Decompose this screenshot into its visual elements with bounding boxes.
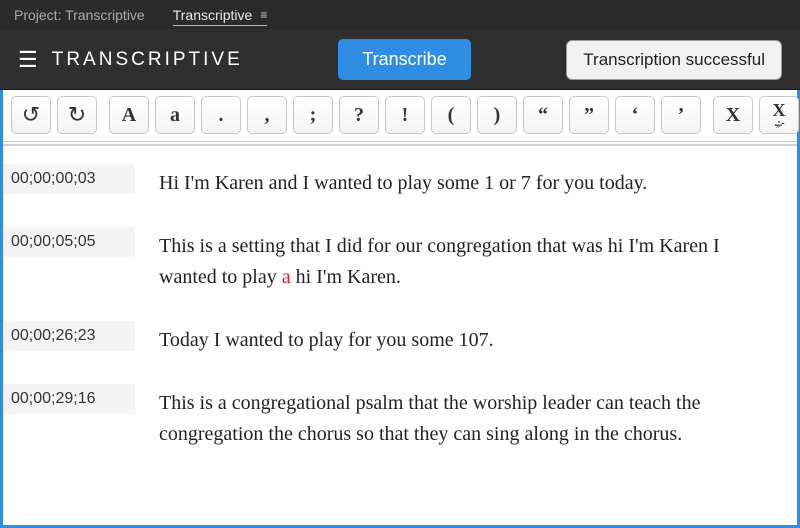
redo-button[interactable]: ↻: [57, 96, 97, 134]
semicolon-button[interactable]: ;: [293, 96, 333, 134]
project-label: Project: Transcriptive: [14, 7, 145, 23]
low-confidence-word[interactable]: a: [282, 266, 291, 288]
editor-panel: ↺ ↻ A a . , ; ? ! ( ) “ ” ‘ ’ X X .,;.- …: [0, 90, 800, 528]
delete-button[interactable]: X: [713, 96, 753, 134]
timecode[interactable]: 00;00;00;03: [3, 164, 135, 194]
transcript-body[interactable]: 00;00;00;03 Hi I'm Karen and I wanted to…: [3, 146, 797, 525]
transcript-row: 00;00;00;03 Hi I'm Karen and I wanted to…: [3, 164, 797, 199]
paren-open-button[interactable]: (: [431, 96, 471, 134]
transcript-text[interactable]: Today I wanted to play for you some 107.: [135, 321, 797, 356]
status-badge: Transcription successful: [566, 40, 782, 80]
transcript-text[interactable]: This is a setting that I did for our con…: [135, 227, 797, 293]
double-quote-close-button[interactable]: ”: [569, 96, 609, 134]
brand-text: TRANSCRIPTIVE: [52, 49, 243, 71]
comma-button[interactable]: ,: [247, 96, 287, 134]
timecode[interactable]: 00;00;29;16: [3, 384, 135, 414]
tab-transcriptive[interactable]: Transcriptive ≡: [173, 7, 268, 26]
single-quote-open-button[interactable]: ‘: [615, 96, 655, 134]
transcript-text[interactable]: Hi I'm Karen and I wanted to play some 1…: [135, 164, 797, 199]
transcript-row: 00;00;26;23 Today I wanted to play for y…: [3, 321, 797, 356]
app-header: ☰ TRANSCRIPTIVE Transcribe Transcription…: [0, 30, 800, 90]
strip-punct-dots-icon: .,;.-: [774, 119, 783, 128]
hamburger-icon[interactable]: ☰: [18, 49, 38, 71]
brand-area: ☰ TRANSCRIPTIVE: [18, 49, 243, 71]
tab-menu-icon[interactable]: ≡: [260, 8, 267, 22]
window-tab-bar: Project: Transcriptive Transcriptive ≡: [0, 0, 800, 30]
tab-label: Transcriptive: [173, 7, 253, 23]
timecode[interactable]: 00;00;05;05: [3, 227, 135, 257]
transcribe-button[interactable]: Transcribe: [338, 39, 470, 80]
undo-button[interactable]: ↺: [11, 96, 51, 134]
exclaim-button[interactable]: !: [385, 96, 425, 134]
formatting-toolbar: ↺ ↻ A a . , ; ? ! ( ) “ ” ‘ ’ X X .,;.-: [3, 90, 797, 142]
double-quote-open-button[interactable]: “: [523, 96, 563, 134]
transcript-text[interactable]: This is a congregational psalm that the …: [135, 384, 797, 450]
question-button[interactable]: ?: [339, 96, 379, 134]
uppercase-button[interactable]: A: [109, 96, 149, 134]
period-button[interactable]: .: [201, 96, 241, 134]
paren-close-button[interactable]: ): [477, 96, 517, 134]
lowercase-button[interactable]: a: [155, 96, 195, 134]
transcript-row: 00;00;05;05 This is a setting that I did…: [3, 227, 797, 293]
single-quote-close-button[interactable]: ’: [661, 96, 701, 134]
strip-punct-button[interactable]: X .,;.-: [759, 96, 799, 134]
timecode[interactable]: 00;00;26;23: [3, 321, 135, 351]
strip-punct-x-icon: X: [773, 102, 786, 118]
transcript-row: 00;00;29;16 This is a congregational psa…: [3, 384, 797, 450]
